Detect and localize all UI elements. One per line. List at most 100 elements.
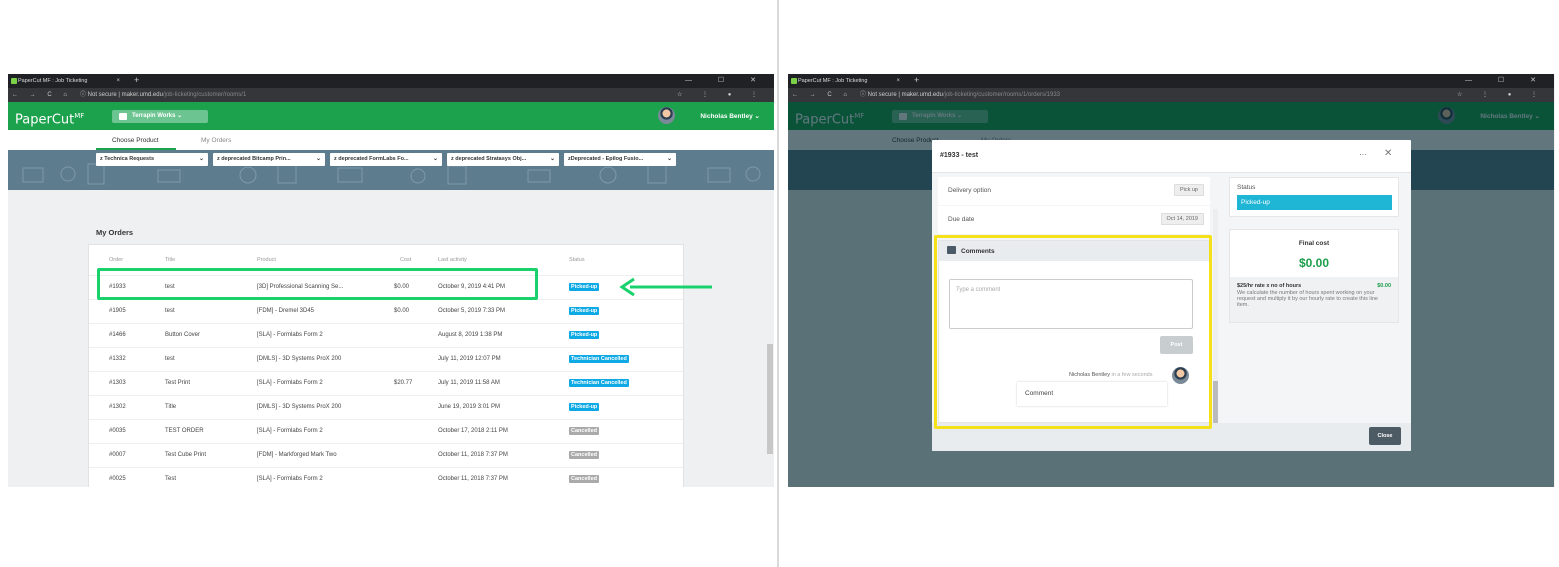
- chevron-down-icon: ⌄: [177, 113, 183, 119]
- table-row[interactable]: #1332 test [DMLS] - 3D Systems ProX 200 Jul…: [89, 347, 683, 371]
- col-status: Status: [569, 257, 585, 263]
- new-tab-button[interactable]: +: [134, 74, 139, 87]
- not-secure-label: ⓘ Not secure |: [80, 92, 120, 98]
- browser-tab[interactable]: PaperCut MF : Job Ticketing ×: [788, 74, 906, 88]
- status-badge: Cancelled: [569, 427, 599, 435]
- status-badge: Picked-up: [569, 403, 600, 411]
- papercut-favicon-icon: [11, 78, 17, 84]
- section-title: My Orders: [96, 228, 134, 237]
- status-badge: Picked-up: [569, 307, 600, 315]
- order-title: test: [165, 356, 175, 362]
- papercut-favicon-icon: [791, 78, 797, 84]
- due-date-row: Due date Oct 14, 2019: [938, 206, 1210, 234]
- table-row[interactable]: #1302 Title [DMLS] - 3D Systems ProX 200 Ju…: [89, 395, 683, 419]
- product-dropdown[interactable]: z Technica Requests ⌄: [96, 153, 208, 166]
- chevron-down-icon: ⌄: [754, 113, 760, 120]
- room-selector[interactable]: Terrapin Works ⌄: [112, 110, 208, 123]
- tab-close-icon[interactable]: ×: [896, 74, 900, 88]
- product-banner: z Technica Requests ⌄ z deprecated Bitcam…: [8, 150, 774, 190]
- chevron-down-icon: ⌄: [666, 156, 672, 162]
- tab-my-orders[interactable]: My Orders: [201, 137, 231, 144]
- table-row[interactable]: #1905 test [FDM] - Dremel 3D45 $0.00 October…: [89, 299, 683, 323]
- order-summary-pane: Status Picked-up Final cost $0.00 $25/hr…: [1219, 173, 1411, 423]
- browser-extension-icons[interactable]: ☆ ⋮ ● ⋮: [677, 88, 766, 102]
- table-row[interactable]: #0007 Test Cube Print [FDM] - Markforged M…: [89, 443, 683, 467]
- right-screenshot: PaperCut MF : Job Ticketing × + — ☐ ✕ ← …: [788, 74, 1554, 487]
- building-icon: [119, 113, 127, 120]
- order-id: #1332: [109, 356, 126, 362]
- close-button[interactable]: Close: [1369, 427, 1401, 445]
- chevron-down-icon: ⌄: [549, 156, 555, 162]
- delivery-option-row: Delivery option Pick up: [938, 177, 1210, 205]
- order-title: Test Cube Print: [165, 452, 207, 458]
- status-card: Status Picked-up: [1229, 177, 1399, 217]
- browser-extension-icons[interactable]: ☆ ⋮ ● ⋮: [1457, 88, 1546, 102]
- modal-scrollbar[interactable]: [1213, 209, 1218, 451]
- status-badge: Picked-up: [569, 331, 600, 339]
- not-secure-label: ⓘ Not secure |: [860, 92, 900, 98]
- url-path: /job-ticketing/customer/rooms/1: [162, 92, 247, 98]
- new-tab-button[interactable]: +: [914, 74, 919, 87]
- close-icon[interactable]: ✕: [1384, 148, 1392, 159]
- scrollbar-thumb[interactable]: [767, 344, 773, 454]
- page-tabs: Choose Product My Orders: [8, 130, 774, 150]
- papercut-logo: PaperCutMF: [15, 112, 85, 128]
- order-id: #1302: [109, 404, 126, 410]
- col-order: Order: [109, 257, 124, 263]
- status-badge: Cancelled: [569, 475, 599, 483]
- chevron-down-icon: ⌄: [432, 156, 438, 162]
- table-row[interactable]: #0035 TEST ORDER [SLA] - Formlabs Form 2 Oc…: [89, 419, 683, 443]
- dim-overlay: [788, 102, 1554, 116]
- col-cost: Cost: [400, 257, 412, 263]
- order-activity: July 11, 2019 12:07 PM: [438, 356, 501, 362]
- status-badge: Technician Cancelled: [569, 379, 629, 387]
- nav-buttons[interactable]: ← → C ⌂: [792, 88, 852, 102]
- order-product: [SLA] - Formlabs Form 2: [257, 380, 323, 386]
- table-row[interactable]: #1303 Test Print [SLA] - Formlabs Form 2 $2…: [89, 371, 683, 395]
- url-field[interactable]: ⓘ Not secure | maker.umd.edu/job-ticketi…: [860, 88, 1060, 102]
- order-cost: $0.00: [394, 308, 410, 314]
- url-path: /job-ticketing/customer/rooms/1/orders/1…: [942, 92, 1060, 98]
- url-field[interactable]: ⓘ Not secure | maker.umd.edu/job-ticketi…: [80, 88, 246, 102]
- status-badge: Picked-up: [1237, 195, 1392, 210]
- col-last-activity: Last activity: [438, 257, 467, 263]
- chevron-down-icon: ⌄: [315, 156, 321, 162]
- window-controls[interactable]: — ☐ ✕: [1465, 74, 1548, 88]
- panel-divider: [777, 0, 779, 567]
- table-row[interactable]: #0025 Test [SLA] - Formlabs Form 2 October …: [89, 467, 683, 487]
- tab-title: PaperCut MF : Job Ticketing: [18, 78, 88, 84]
- more-icon[interactable]: ···: [1359, 150, 1367, 159]
- order-id: #1466: [109, 332, 126, 338]
- avatar[interactable]: [658, 107, 675, 124]
- order-product: [DMLS] - 3D Systems ProX 200: [257, 356, 342, 362]
- my-orders-section: My Orders Order Title Product Cost Last …: [88, 224, 684, 487]
- status-badge: Cancelled: [569, 451, 599, 459]
- order-activity: July 11, 2019 11:58 AM: [438, 380, 500, 386]
- order-title: Button Cover: [165, 332, 201, 338]
- tab-choose-product[interactable]: Choose Product: [112, 137, 159, 144]
- due-date-label: Due date: [948, 216, 975, 223]
- highlight-box: [97, 268, 538, 300]
- url-host: maker.umd.edu: [901, 92, 943, 98]
- nav-buttons[interactable]: ← → C ⌂: [12, 88, 72, 102]
- address-bar[interactable]: ← → C ⌂ ⓘ Not secure | maker.umd.edu/job…: [788, 88, 1554, 102]
- product-dropdown[interactable]: z deprecated Bitcamp Prin... ⌄: [213, 153, 325, 166]
- order-product: [SLA] - Formlabs Form 2: [257, 332, 323, 338]
- address-bar[interactable]: ← → C ⌂ ⓘ Not secure | maker.umd.edu/job…: [8, 88, 774, 102]
- col-title: Title: [165, 257, 176, 263]
- product-dropdown[interactable]: z deprecated Stratasys Obj... ⌄: [447, 153, 559, 166]
- rate-amount: $0.00: [1377, 283, 1391, 289]
- left-screenshot: PaperCut MF : Job Ticketing × + — ☐ ✕ ← …: [8, 74, 774, 487]
- user-menu[interactable]: Nicholas Bentley ⌄: [700, 112, 760, 120]
- window-controls[interactable]: — ☐ ✕: [685, 74, 768, 88]
- order-id: #0025: [109, 476, 126, 482]
- product-dropdown[interactable]: zDeprecated - Epilog Fusio... ⌄: [564, 153, 676, 166]
- tab-title: PaperCut MF : Job Ticketing: [798, 78, 868, 84]
- tab-close-icon[interactable]: ×: [116, 74, 120, 88]
- browser-tab[interactable]: PaperCut MF : Job Ticketing ×: [8, 74, 126, 88]
- url-host: maker.umd.edu: [121, 92, 163, 98]
- order-title: TEST ORDER: [165, 428, 204, 434]
- order-product: [SLA] - Formlabs Form 2: [257, 428, 323, 434]
- table-row[interactable]: #1466 Button Cover [SLA] - Formlabs Form 2…: [89, 323, 683, 347]
- product-dropdown[interactable]: z deprecated FormLabs Fo... ⌄: [330, 153, 442, 166]
